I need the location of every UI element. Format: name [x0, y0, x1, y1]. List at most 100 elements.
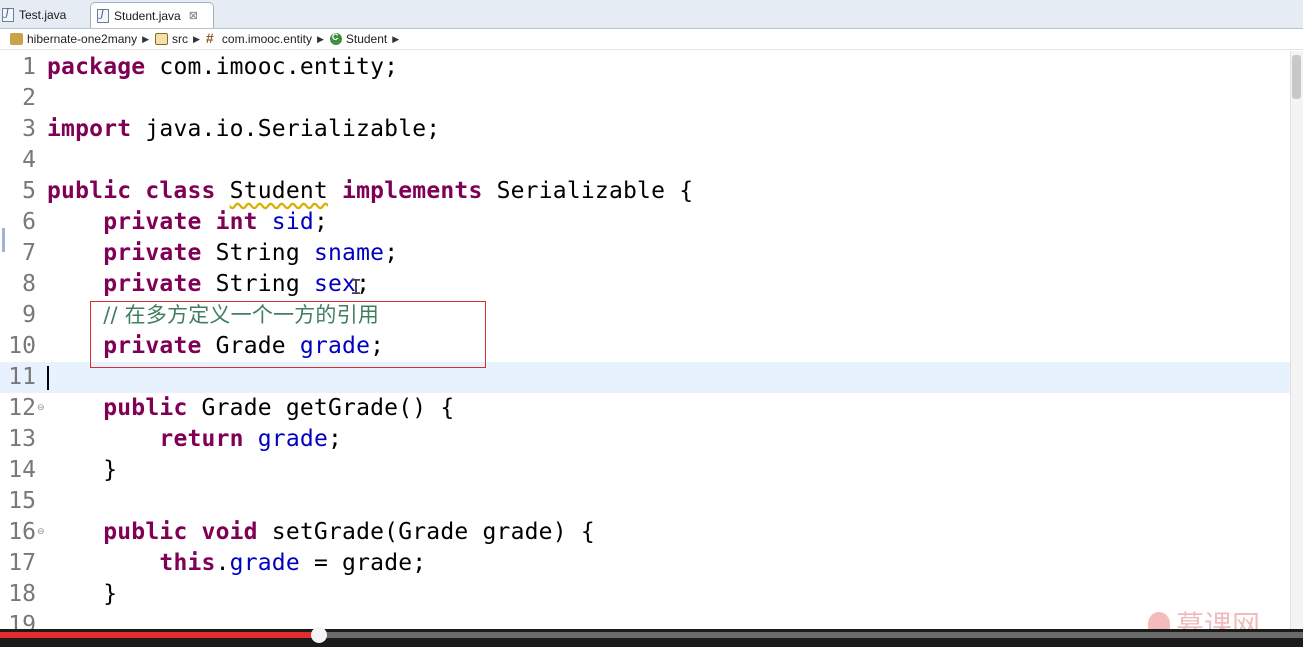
keyword-token: public class — [47, 178, 216, 204]
class-icon — [329, 32, 342, 45]
line-number: 17 — [8, 550, 36, 576]
line-number: 2 — [22, 85, 36, 111]
breadcrumb-label: com.imooc.entity — [221, 32, 312, 46]
code-punct: ; — [384, 240, 399, 266]
keyword-token: private — [103, 240, 202, 266]
code-line[interactable]: 17 this.grade = grade; — [0, 548, 1290, 579]
line-number: 18 — [8, 581, 36, 607]
breadcrumb: hibernate-one2many ▶ src ▶ com.imooc.ent… — [0, 29, 1303, 50]
line-number: 7 — [22, 240, 36, 266]
fold-collapse-icon[interactable]: ⊖ — [37, 526, 45, 537]
chevron-right-icon[interactable]: ▶ — [142, 34, 149, 45]
fold-collapse-icon[interactable]: ⊖ — [37, 402, 45, 413]
code-line[interactable]: 18 } — [0, 579, 1290, 610]
code-text: = grade; — [299, 550, 427, 576]
breadcrumb-item-package[interactable]: com.imooc.entity — [206, 30, 312, 46]
vertical-scrollbar[interactable] — [1290, 51, 1303, 629]
chevron-right-icon[interactable]: ▶ — [392, 34, 399, 45]
project-icon — [10, 33, 23, 45]
line-number: 19 — [8, 612, 36, 629]
class-name-token: Student — [229, 178, 328, 204]
field-token: sid — [271, 209, 314, 235]
code-line[interactable]: 2 — [0, 83, 1290, 114]
line-number: 5 — [22, 178, 36, 204]
code-line[interactable]: 15 — [0, 486, 1290, 517]
line-number: 3 — [22, 116, 36, 142]
code-line[interactable]: 14 } — [0, 455, 1290, 486]
breadcrumb-label: hibernate-one2many — [27, 32, 138, 46]
mouse-ibeam-cursor: I — [350, 275, 363, 299]
line-number: 11 — [8, 364, 36, 390]
line-number: 9 — [22, 302, 36, 328]
line-number: 8 — [22, 271, 36, 297]
code-line[interactable]: 1 package com.imooc.entity; — [0, 52, 1290, 83]
field-token: grade — [229, 550, 300, 576]
code-text: } — [103, 581, 118, 607]
breadcrumb-item-project[interactable]: hibernate-one2many — [10, 32, 137, 46]
close-icon[interactable]: ⊠ — [189, 9, 198, 22]
code-line[interactable]: 19 — [0, 610, 1290, 629]
keyword-token: import — [47, 116, 132, 142]
chevron-right-icon[interactable]: ▶ — [193, 34, 200, 45]
code-punct: . — [215, 550, 230, 576]
breadcrumb-label: Student — [345, 32, 388, 46]
tab-student-java[interactable]: Student.java ⊠ — [90, 2, 214, 28]
keyword-token: return — [159, 426, 244, 452]
breadcrumb-label: src — [172, 32, 188, 46]
code-line[interactable]: 3 import java.io.Serializable; — [0, 114, 1290, 145]
chevron-right-icon[interactable]: ▶ — [317, 34, 324, 45]
source-folder-icon — [155, 33, 168, 45]
video-progress-played — [0, 632, 319, 638]
line-number: 15 — [8, 488, 36, 514]
line-number: 6 — [22, 209, 36, 235]
highlight-annotation-box — [90, 301, 486, 368]
code-text: } — [103, 457, 118, 483]
code-text: java.io.Serializable; — [131, 116, 441, 142]
java-file-icon — [97, 8, 109, 23]
code-text: Serializable { — [482, 178, 694, 204]
type-token: String — [201, 271, 314, 297]
line-number: 4 — [22, 147, 36, 173]
line-number: 14 — [8, 457, 36, 483]
code-line[interactable]: 6 private int sid; — [0, 207, 1290, 238]
line-number: 1 — [22, 54, 36, 80]
code-line[interactable]: 13 return grade; — [0, 424, 1290, 455]
editor-tab-bar: Test.java Student.java ⊠ — [0, 0, 1303, 29]
code-line[interactable]: 4 — [0, 145, 1290, 176]
breadcrumb-item-src[interactable]: src — [155, 32, 188, 46]
code-text: setGrade(Grade grade) { — [257, 519, 595, 545]
keyword-token: package — [47, 54, 146, 80]
code-line[interactable]: 8 private String sex; — [0, 269, 1290, 300]
java-file-icon — [2, 8, 14, 22]
field-token: grade — [257, 426, 328, 452]
code-line[interactable]: 16 ⊖ public void setGrade(Grade grade) { — [0, 517, 1290, 548]
code-punct: ; — [313, 209, 329, 235]
code-text: com.imooc.entity; — [145, 54, 399, 80]
line-number: 13 — [8, 426, 36, 452]
line-number: 10 — [8, 333, 36, 359]
tab-label: Test.java — [19, 8, 67, 22]
keyword-token: implements — [342, 178, 483, 204]
scrollbar-thumb[interactable] — [1292, 55, 1301, 99]
line-number: 12 — [8, 395, 36, 421]
code-line[interactable]: 7 private String sname; — [0, 238, 1290, 269]
tab-label: Student.java — [114, 8, 181, 23]
code-line[interactable]: 12 ⊖ public Grade getGrade() { — [0, 393, 1290, 424]
code-text: Grade getGrade() { — [187, 395, 455, 421]
breadcrumb-item-class[interactable]: Student — [329, 32, 388, 46]
keyword-token: private — [103, 271, 202, 297]
code-punct: ; — [328, 426, 343, 452]
video-progress-knob[interactable] — [311, 627, 327, 643]
tab-test-java[interactable]: Test.java — [0, 3, 88, 27]
keyword-token: public — [103, 395, 188, 421]
code-line[interactable]: 5 public class Student implements Serial… — [0, 176, 1290, 207]
keyword-token: this — [159, 550, 216, 576]
package-icon — [206, 30, 218, 46]
line-number: 16 — [8, 519, 36, 545]
field-token: sname — [313, 240, 385, 266]
text-caret — [47, 366, 49, 390]
